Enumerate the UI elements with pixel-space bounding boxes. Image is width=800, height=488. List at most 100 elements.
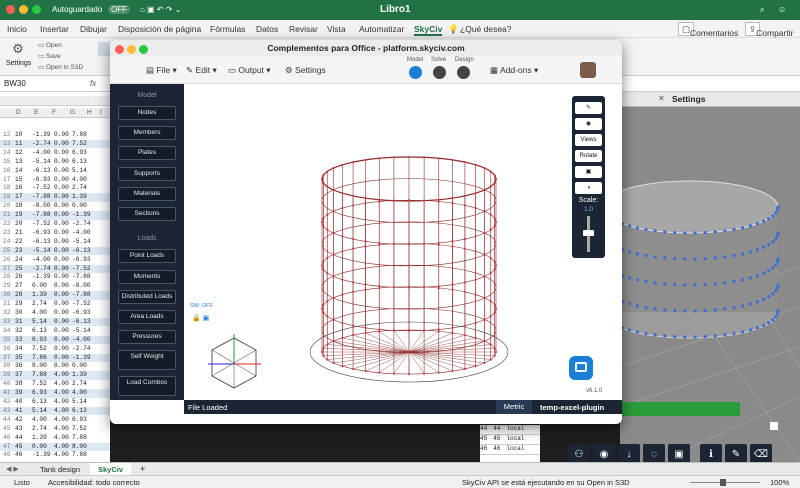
table-row[interactable]: 22 20 -7.52 0.00 -2.74 [0,220,110,229]
table-cell[interactable]: 26 [15,273,22,280]
table-row[interactable]: 24 22 -6.13 0.00 -5.14 [0,238,110,247]
table-cell[interactable]: 0.00 [54,220,69,227]
table-cell[interactable]: -6.93 [72,256,91,263]
table-cell[interactable]: 0.00 [54,273,69,280]
table-cell[interactable]: 11 [15,140,22,147]
table-cell[interactable]: 0.00 [54,211,69,218]
table-cell[interactable]: 0.00 [54,336,69,343]
table-row[interactable]: 35 33 6.93 0.00 -4.00 [0,335,110,345]
table-cell[interactable]: 6.93 [32,389,47,396]
table-row[interactable]: 18 16 -7.52 0.00 2.74 [0,184,110,193]
table-cell[interactable]: 0.00 [54,327,69,334]
table-cell[interactable]: -4.00 [32,149,51,156]
table-row[interactable]: 26 24 -4.00 0.00 -6.93 [0,256,110,265]
table-cell[interactable]: -2.74 [32,265,51,272]
table-row[interactable]: 37 35 7.86 0.00 -1.39 [0,353,110,363]
table-cell[interactable]: 4.00 [54,398,69,405]
table-cell[interactable]: -4.00 [72,229,91,236]
table-cell[interactable]: -1.39 [72,354,91,361]
table-row[interactable]: 36 34 7.52 0.00 -2.74 [0,345,110,354]
step-design-button[interactable] [457,66,470,79]
table-cell[interactable]: 24 [15,256,22,263]
file-menu[interactable]: ▤ File ▾ [146,65,177,76]
table-cell[interactable]: 6.93 [72,416,87,423]
table-row[interactable]: 45 43 2.74 4.00 7.52 [0,425,110,434]
share-button[interactable]: ⇪ Compartir [745,22,793,38]
edit-pencil-button[interactable]: ✎ [575,102,602,114]
table-cell[interactable]: 0.00 [54,202,69,209]
table-cell[interactable]: 10 [15,131,22,138]
table-cell[interactable]: -1.39 [32,131,51,138]
table-cell[interactable]: 44 [15,434,22,441]
spreadsheet-grid[interactable]: D E F G H I 12 10 -1.39 0.00 7.88 13 11 -2.74 0.… [0,92,110,462]
table-row[interactable]: 13 11 -2.74 0.00 7.52 [0,139,110,149]
table-cell[interactable]: -7.88 [72,291,91,298]
sheet-nav-arrows[interactable]: ◀ ▶ [6,465,19,473]
table-cell[interactable]: -6.93 [32,176,51,183]
table-cell[interactable]: 6.13 [32,398,47,405]
plugin-close-button[interactable] [115,45,124,54]
table-row[interactable]: 21 19 -7.88 0.00 -1.39 [0,211,110,220]
eye-icon[interactable]: ◉ [575,118,602,130]
table-row[interactable]: 48 46 -1.39 4.00 7.88 [0,451,110,460]
views-button[interactable]: Views [575,134,602,146]
ribbon-settings2-icon[interactable] [98,42,110,56]
status-accessibility[interactable]: Accesibilidad: todo correcto [48,478,140,487]
table-cell[interactable]: 0.00 [54,300,69,307]
table-cell[interactable]: 4.00 [54,425,69,432]
sidebar-area-loads[interactable]: Area Loads [118,310,176,324]
table-cell[interactable]: 7.88 [32,371,47,378]
sheet-tab-tank-design[interactable]: Tank design [40,465,80,474]
table-row[interactable]: 33 31 5.14 0.00 -6.13 [0,317,110,327]
table-cell[interactable]: 37 [15,371,22,378]
table-cell[interactable]: 0.00 [72,362,87,369]
table-cell[interactable]: 6.13 [72,158,87,165]
table-cell[interactable]: 4.00 [54,380,69,387]
table-cell[interactable]: 0.00 [54,176,69,183]
table-row[interactable]: 31 29 2.74 0.00 -7.52 [0,300,110,309]
table-cell[interactable]: 25 [15,265,22,272]
sidebar-plates[interactable]: Plates [118,146,176,160]
column-header[interactable]: I [100,109,102,116]
table-cell[interactable]: 0.00 [54,318,69,325]
table-cell[interactable]: 4.00 [32,309,47,316]
sidebar-pressures[interactable]: Pressures [118,330,176,344]
table-cell[interactable]: 4.00 [54,416,69,423]
table-cell[interactable]: 2.74 [32,425,47,432]
table-cell[interactable]: 4.00 [54,407,69,414]
table-cell[interactable]: -2.74 [32,140,51,147]
sidebar-sections[interactable]: Sections [118,207,176,221]
table-cell[interactable]: 32 [15,327,22,334]
table-cell[interactable]: -7.52 [32,220,51,227]
table-cell[interactable]: -5.14 [32,158,51,165]
sidebar-self-weight[interactable]: Self Weight [118,350,176,370]
axis-cube-icon[interactable] [206,334,262,396]
table-cell[interactable]: 5.14 [72,398,87,405]
table-row[interactable]: 30 28 1.39 0.00 -7.88 [0,291,110,300]
table-row[interactable]: 43 41 5.14 4.00 6.13 [0,406,110,416]
table-cell[interactable]: 44 [493,425,500,432]
table-cell[interactable]: 38 [15,380,22,387]
table-cell[interactable]: 0.00 [54,184,69,191]
output-menu[interactable]: ▭ Output ▾ [228,65,271,76]
camera-icon[interactable]: ▣ [575,166,602,178]
ribbon-open-s3d-button[interactable]: ▭ Open in S3D [38,63,83,71]
color-wheel-icon[interactable]: ◑ [575,182,602,194]
table-cell[interactable]: 34 [15,345,22,352]
table-cell[interactable]: 5.14 [32,318,47,325]
table-row[interactable]: 23 21 -6.93 0.00 -4.00 [0,229,110,238]
table-cell[interactable]: 14 [15,167,22,174]
table-cell[interactable]: 0.00 [32,282,47,289]
table-cell[interactable]: -7.88 [72,273,91,280]
tab-skyciv[interactable]: SkyCiv [414,24,443,36]
ribbon-save-button[interactable]: ▭ Save [38,52,61,60]
table-cell[interactable]: 0.00 [54,247,69,254]
quick-access-icons[interactable]: ⌂ ▣ ↶ ↷ ⌄ [140,5,181,14]
table-cell[interactable]: -6.13 [72,247,91,254]
maximize-window-button[interactable] [32,5,41,14]
plugin-minimize-button[interactable] [127,45,136,54]
table-cell[interactable]: 6.93 [72,149,87,156]
tab-disposicion[interactable]: Disposición de página [118,24,201,34]
table-cell[interactable]: 1.39 [32,291,47,298]
table-cell[interactable]: 0.00 [54,131,69,138]
